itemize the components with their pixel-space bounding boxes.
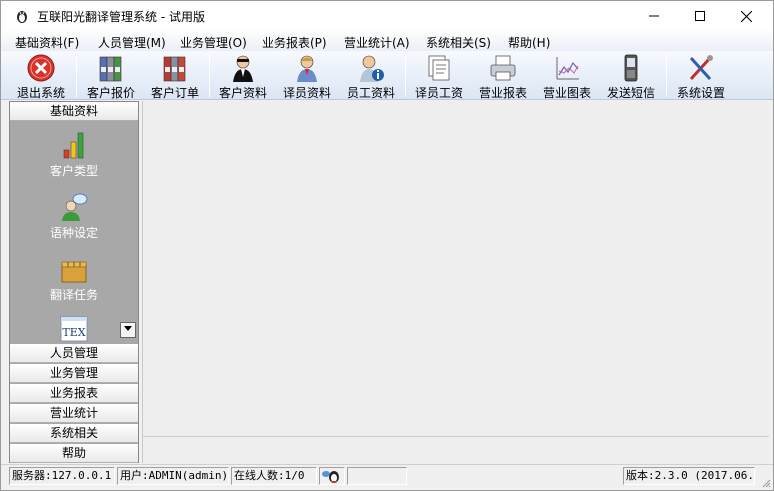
close-button[interactable] [723,1,769,31]
menu-business[interactable]: 业务管理(O) [180,34,247,51]
nav-item-language-settings[interactable]: 语种设定 [10,192,138,254]
employee-data-button[interactable]: 员工资料 [339,51,403,100]
printer-icon [490,55,516,81]
app-window: 互联阳光翻译管理系统 - 试用版 基础资料(F) 人员管理(M) 业务管理(O)… [0,0,774,491]
window-title: 互联阳光翻译管理系统 - 试用版 [37,10,205,24]
content-divider [143,436,769,437]
minimize-icon [649,15,659,17]
menu-bar: 基础资料(F) 人员管理(M) 业务管理(O) 业务报表(P) 营业统计(A) … [1,31,773,51]
nav-scroll-down-button[interactable] [120,322,136,338]
bar-chart-icon [63,132,84,159]
binders-icon [99,56,122,82]
menu-basic-data[interactable]: 基础资料(F) [15,34,79,51]
folder-icon [61,261,87,283]
customer-data-button[interactable]: 客户资料 [211,51,275,100]
chat-user-icon [62,193,88,221]
main-content-area [142,101,769,463]
exit-system-button[interactable]: 退出系统 [9,51,73,100]
translator-icon [297,55,317,82]
send-sms-label: 发送短信 [606,86,655,100]
minimize-button[interactable] [631,1,677,31]
nav-group-statistics[interactable]: 营业统计 [10,404,138,423]
toolbar-separator [405,55,406,97]
phone-icon [624,54,638,82]
status-server: 服务器:127.0.0.1 [9,467,115,485]
exit-system-label: 退出系统 [16,86,65,100]
status-bar: 服务器:127.0.0.1 用户:ADMIN(admin) 在线人数:1/0 版… [1,464,773,490]
nav-group-system[interactable]: 系统相关 [10,424,138,443]
qq-icon [322,471,339,483]
svg-text:TEX: TEX [62,326,85,339]
title-bar: 互联阳光翻译管理系统 - 试用版 [1,1,773,31]
status-version: 版本:2.3.0 (2017.06.0 [623,467,755,485]
nav-item-translation-tasks-label: 翻译任务 [49,288,98,302]
nav-group-basic-data[interactable]: 基础资料 [10,102,138,121]
status-spacer [409,467,621,485]
nav-group-business[interactable]: 业务管理 [10,364,138,383]
triangle-down-icon [124,326,132,331]
app-icon [17,11,27,23]
system-settings-button[interactable]: 系统设置 [669,51,733,100]
system-settings-label: 系统设置 [676,86,725,100]
nav-group-personnel[interactable]: 人员管理 [10,344,138,363]
status-online: 在线人数:1/0 [231,467,317,485]
customer-order-label: 客户订单 [150,86,199,100]
employee-data-label: 员工资料 [346,86,395,100]
send-sms-button[interactable]: 发送短信 [599,51,663,100]
customer-icon [233,55,253,82]
customer-quote-button[interactable]: 客户报价 [79,51,143,100]
translator-data-label: 译员资料 [282,86,331,100]
documents-icon [428,55,450,81]
nav-item-language-settings-label: 语种设定 [49,226,98,240]
toolbar-separator [666,55,667,97]
resize-grip-icon[interactable] [761,478,771,488]
exit-icon [27,54,55,82]
toolbar: 退出系统 客户报价 客户订单 客户资料 译员资料 员工资料 译员工资 营业报表 … [1,51,773,100]
business-chart-button[interactable]: 营业图表 [535,51,599,100]
customer-data-label: 客户资料 [218,86,267,100]
translator-wages-label: 译员工资 [414,86,463,100]
maximize-icon [695,11,705,21]
toolbar-separator [76,55,77,97]
navigation-panel: 基础资料 客户类型 语种设定 翻译任务 TEX 人员管理 业务管理 业务报表 营… [9,101,139,463]
business-report-label: 营业报表 [478,86,527,100]
binders-icon [163,56,186,82]
menu-personnel[interactable]: 人员管理(M) [98,34,166,51]
menu-reports[interactable]: 业务报表(P) [262,34,327,51]
tex-icon: TEX [60,316,88,342]
nav-group-help[interactable]: 帮助 [10,444,138,463]
nav-group-reports[interactable]: 业务报表 [10,384,138,403]
nav-item-tex[interactable]: TEX [10,314,138,342]
employee-icon [360,55,384,82]
tools-icon [689,55,713,81]
maximize-button[interactable] [677,1,723,31]
toolbar-separator [209,55,210,97]
translator-wages-button[interactable]: 译员工资 [407,51,471,100]
business-chart-label: 营业图表 [542,86,591,100]
nav-item-translation-tasks[interactable]: 翻译任务 [10,254,138,316]
nav-item-customer-type-label: 客户类型 [49,164,98,178]
customer-quote-label: 客户报价 [86,86,135,100]
nav-item-customer-type[interactable]: 客户类型 [10,130,138,192]
menu-help[interactable]: 帮助(H) [508,34,550,51]
status-empty [347,467,407,485]
menu-statistics[interactable]: 营业统计(A) [344,34,410,51]
chart-icon [556,57,579,80]
menu-system[interactable]: 系统相关(S) [426,34,491,51]
status-user: 用户:ADMIN(admin) [117,467,229,485]
translator-data-button[interactable]: 译员资料 [275,51,339,100]
close-icon [740,10,752,22]
customer-order-button[interactable]: 客户订单 [143,51,207,100]
status-qq[interactable] [319,467,345,485]
business-report-button[interactable]: 营业报表 [471,51,535,100]
